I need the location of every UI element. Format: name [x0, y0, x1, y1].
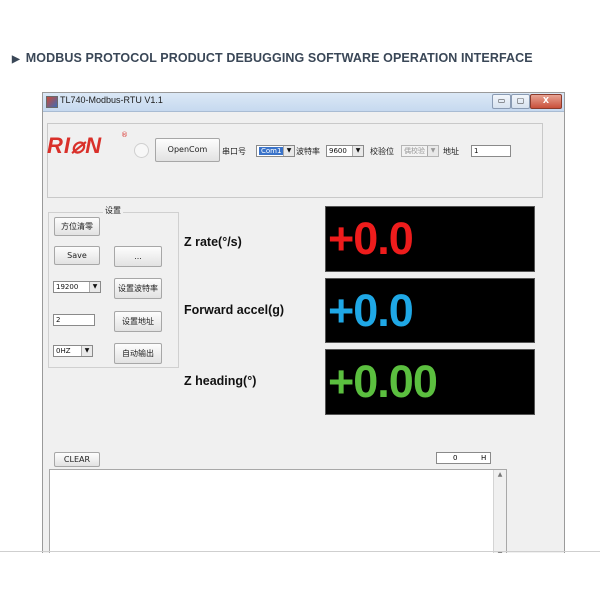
more-button[interactable]: ...	[114, 246, 162, 267]
baud-rate-value: 19200	[56, 283, 79, 291]
chevron-down-icon: ▼	[427, 146, 438, 156]
clear-button[interactable]: CLEAR	[54, 452, 100, 467]
save-button[interactable]: Save	[54, 246, 100, 265]
output-rate-value: 0HZ	[56, 347, 71, 355]
forward-accel-display: +0.0	[325, 278, 535, 343]
parity-value: 偶校验	[404, 147, 425, 155]
z-rate-value: +0.0	[328, 213, 414, 264]
azimuth-zero-button[interactable]: 方位清零	[54, 217, 100, 236]
heading-marker-icon: ▶	[12, 54, 20, 65]
open-com-button[interactable]: OpenCom	[155, 138, 220, 162]
chevron-down-icon: ▼	[89, 282, 100, 292]
set-baud-button[interactable]: 设置波特率	[114, 278, 162, 299]
baud-rate-select[interactable]: 19200 ▼	[53, 281, 101, 293]
z-heading-label: Z heading(°)	[184, 374, 257, 388]
close-button[interactable]: X	[530, 94, 562, 109]
z-heading-value: +0.00	[328, 356, 438, 407]
maximize-button[interactable]: ▢	[511, 94, 530, 109]
scroll-up-icon[interactable]: ▲	[494, 470, 506, 480]
counter-unit: H	[481, 454, 487, 462]
page-divider	[0, 551, 600, 552]
rion-logo: RI⌀N	[47, 133, 103, 158]
address-label: 地址	[443, 147, 459, 156]
chevron-down-icon: ▼	[352, 146, 363, 156]
counter-value: 0	[453, 454, 458, 462]
title-bar[interactable]: TL740-Modbus-RTU V1.1 ▭ ▢ X	[43, 93, 564, 112]
logo-registered-mark: ®	[121, 131, 128, 139]
byte-counter: 0 H	[436, 452, 491, 464]
port-label: 串口号	[222, 147, 246, 156]
log-output-area[interactable]: ▲ ▼	[49, 469, 507, 553]
page-heading: ▶ MODBUS PROTOCOL PRODUCT DEBUGGING SOFTW…	[12, 51, 533, 65]
z-heading-display: +0.00	[325, 349, 535, 415]
forward-accel-value: +0.0	[328, 285, 414, 336]
port-select[interactable]: Com1 ▼	[256, 145, 295, 157]
baud-value: 9600	[329, 147, 347, 155]
app-window: TL740-Modbus-RTU V1.1 ▭ ▢ X RI⌀N ® OpenC…	[42, 92, 565, 553]
chevron-down-icon: ▼	[283, 146, 294, 156]
connection-status-led	[134, 143, 149, 158]
z-rate-display: +0.0	[325, 206, 535, 272]
z-rate-label: Z rate(°/s)	[184, 235, 242, 249]
new-address-input[interactable]: 2	[53, 314, 95, 326]
settings-group-title: 设置	[103, 205, 123, 216]
baud-select[interactable]: 9600 ▼	[326, 145, 364, 157]
chevron-down-icon: ▼	[81, 346, 92, 356]
window-title: TL740-Modbus-RTU V1.1	[60, 95, 163, 105]
heading-text: MODBUS PROTOCOL PRODUCT DEBUGGING SOFTWA…	[25, 51, 533, 65]
set-address-button[interactable]: 设置地址	[114, 311, 162, 332]
app-icon	[46, 96, 58, 108]
baud-label: 波特率	[296, 147, 320, 156]
log-scrollbar[interactable]: ▲ ▼	[493, 470, 506, 553]
parity-label: 校验位	[370, 147, 394, 156]
address-input[interactable]: 1	[471, 145, 511, 157]
minimize-button[interactable]: ▭	[492, 94, 511, 109]
forward-accel-label: Forward accel(g)	[184, 303, 285, 317]
auto-output-button[interactable]: 自动输出	[114, 343, 162, 364]
parity-select[interactable]: 偶校验 ▼	[401, 145, 439, 157]
output-rate-select[interactable]: 0HZ ▼	[53, 345, 93, 357]
port-value: Com1	[259, 147, 284, 155]
